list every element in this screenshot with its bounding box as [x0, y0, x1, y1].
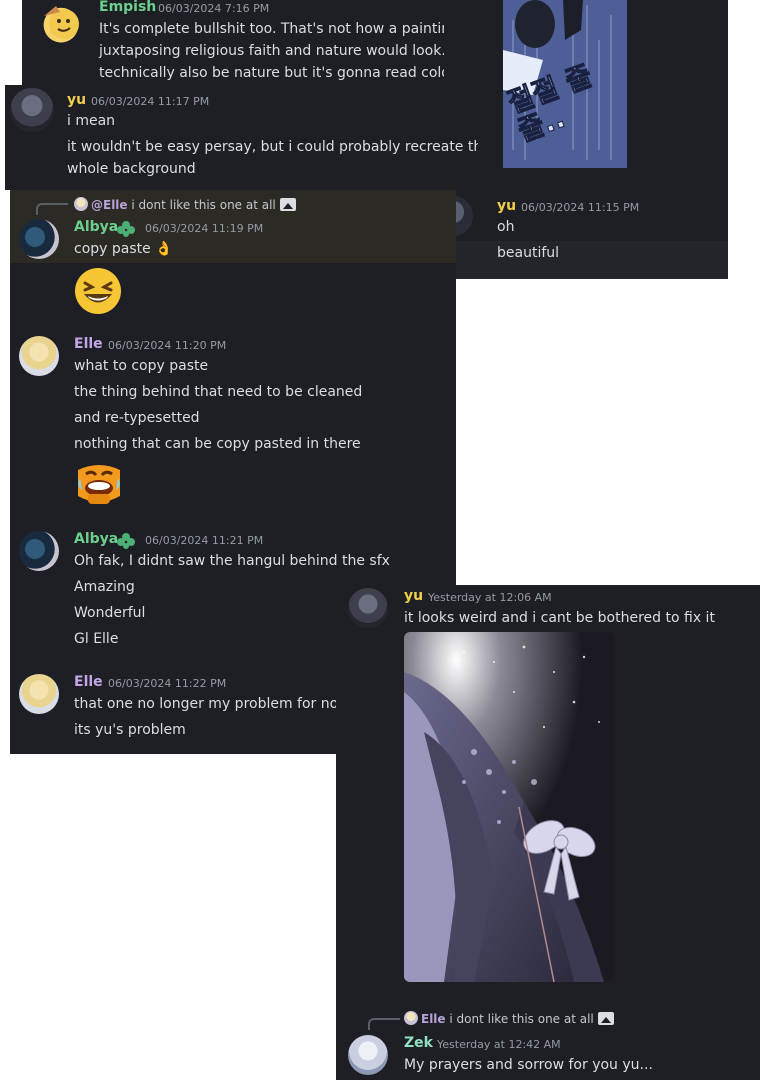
reply-text: i dont like this one at all: [131, 198, 276, 212]
manhwa-image-attachment[interactable]: 절절 줄줄..: [503, 0, 627, 168]
image-icon: [279, 198, 296, 211]
yu-message-panel: yu 06/03/2024 11:17 PM i mean it wouldn'…: [5, 85, 478, 190]
message-text: copy paste 👌: [74, 241, 173, 257]
message-text: Oh fak, I didnt saw the hangul behind th…: [74, 553, 390, 569]
empish-message-panel: Empish 06/03/2024 7:16 PM It's complete …: [22, 0, 444, 85]
username[interactable]: Albya: [74, 531, 118, 547]
reply-connector: [36, 203, 68, 215]
avatar[interactable]: [19, 219, 59, 259]
message-text: what to copy paste: [74, 358, 209, 374]
timestamp: Yesterday at 12:42 AM: [437, 1038, 561, 1051]
message-text: juxtaposing religious faith and nature w…: [99, 43, 444, 59]
reply-text: i dont like this one at all: [449, 1012, 594, 1026]
message-text: nothing that can be copy pasted in there: [74, 436, 361, 452]
avatar[interactable]: [19, 531, 59, 571]
message-text: the thing behind that need to be cleaned: [74, 384, 363, 400]
username[interactable]: Elle: [74, 336, 103, 352]
avatar[interactable]: [348, 1035, 388, 1075]
message-text: Gl Elle: [74, 631, 119, 647]
avatar[interactable]: [19, 336, 59, 376]
message-text: Wonderful: [74, 605, 146, 621]
reply-mention[interactable]: Elle: [421, 1012, 446, 1026]
avatar[interactable]: [10, 88, 54, 132]
message-text: oh: [497, 219, 515, 235]
avatar[interactable]: [40, 2, 82, 44]
attached-illustration: [404, 632, 614, 982]
avatar[interactable]: [19, 674, 59, 714]
timestamp: 06/03/2024 11:17 PM: [91, 95, 210, 108]
message-text: It's complete bullshit too. That's not h…: [99, 21, 444, 37]
reply-avatar-icon: [74, 197, 88, 211]
avatar[interactable]: [348, 588, 388, 628]
image-icon: [597, 1012, 614, 1025]
message-text: that one no longer my problem for now: [74, 696, 350, 712]
message-text: its yu's problem: [74, 722, 186, 738]
reply-connector: [368, 1018, 400, 1030]
username[interactable]: yu: [404, 588, 423, 604]
message-text: it wouldn't be easy persay, but i could …: [67, 139, 478, 155]
username[interactable]: Albya: [74, 219, 118, 235]
timestamp: 06/03/2024 11:20 PM: [108, 339, 227, 352]
timestamp: Yesterday at 12:06 AM: [428, 591, 552, 604]
username[interactable]: Elle: [74, 674, 103, 690]
timestamp: 06/03/2024 11:15 PM: [521, 201, 640, 214]
username[interactable]: yu: [497, 198, 516, 214]
timestamp: 06/03/2024 11:19 PM: [145, 222, 264, 235]
message-yu-hover-row: [443, 241, 728, 279]
message-text: Amazing: [74, 579, 135, 595]
sob-laugh-emoji: [78, 465, 120, 504]
message-text: i mean: [67, 113, 116, 129]
reply-preview[interactable]: Elle i dont like this one at all: [404, 1011, 614, 1026]
username[interactable]: Zek: [404, 1035, 433, 1051]
message-text: technically also be nature but it's gonn…: [99, 65, 444, 81]
bottom-chat-panel: yu Yesterday at 12:06 AM it looks weird …: [336, 585, 760, 1080]
username[interactable]: Empish: [99, 0, 156, 15]
reply-avatar-icon: [404, 1011, 418, 1025]
reply-mention[interactable]: @Elle: [91, 198, 128, 212]
top-right-panel: 절절 줄줄.. yu 06/03/2024 11:15 PM oh beauti…: [443, 0, 728, 279]
message-text: whole background: [67, 161, 196, 177]
timestamp: 06/03/2024 11:21 PM: [145, 534, 264, 547]
reply-preview[interactable]: @Elle i dont like this one at all: [74, 197, 296, 212]
role-badge-icon: [117, 221, 135, 237]
emoji-avatar-icon: [44, 6, 79, 39]
message-text: beautiful: [497, 245, 560, 261]
message-text: and re-typesetted: [74, 410, 200, 426]
laughing-emoji: [75, 268, 121, 314]
username[interactable]: yu: [67, 92, 86, 108]
timestamp: 06/03/2024 11:22 PM: [108, 677, 227, 690]
message-text: My prayers and sorrow for you yu...: [404, 1057, 653, 1073]
message-text: it looks weird and i cant be bothered to…: [404, 610, 715, 626]
image-attachment[interactable]: [404, 632, 614, 982]
timestamp: 06/03/2024 7:16 PM: [158, 2, 270, 15]
role-badge-icon: [117, 533, 135, 549]
